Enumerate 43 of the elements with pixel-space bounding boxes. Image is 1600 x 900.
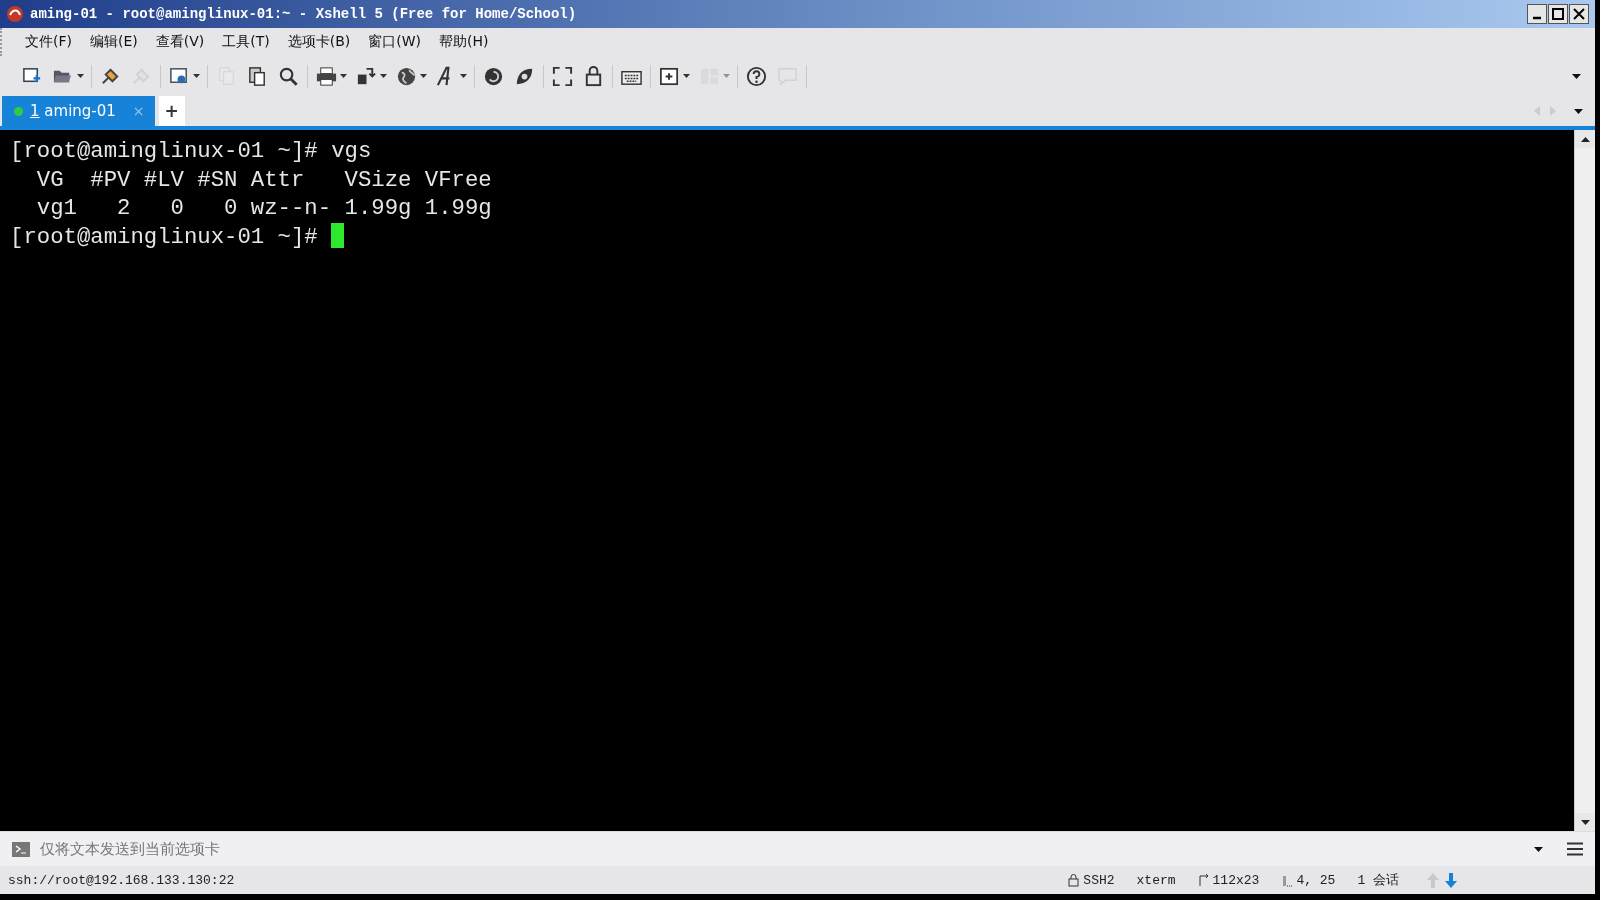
status-text: 4, 25 (1296, 872, 1336, 888)
fullscreen-icon[interactable] (551, 64, 574, 88)
menu-item[interactable]: 选项卡(B) (278, 30, 360, 54)
terminal-line: vg1 2 0 0 wz--n- 1.99g 1.99g (35, 194, 492, 223)
terminal-line: [root@aminglinux-01 ~]# vgs (10, 137, 372, 166)
new-tab-button[interactable]: + (158, 96, 185, 126)
caret-icon[interactable] (460, 74, 467, 78)
tab[interactable]: 1 aming-01 × (2, 96, 155, 126)
send-text-field[interactable]: 仅将文本发送到当前选项卡 (40, 831, 1522, 866)
status-text: 1 会话 (1357, 872, 1399, 889)
caret-icon[interactable] (77, 74, 84, 78)
status-text: xterm (1136, 872, 1176, 888)
resize-icon (1197, 873, 1209, 887)
menu-item[interactable]: 窗口(W) (359, 30, 431, 54)
status-text: SSH2 (1083, 872, 1115, 888)
connection-address: ssh://root@192.168.133.130:22 (8, 872, 236, 888)
menu-item[interactable]: 帮助(H) (430, 30, 498, 54)
menu-item[interactable]: 查看(V) (146, 30, 214, 54)
help-icon[interactable] (745, 64, 768, 88)
status-text: 112x23 (1212, 872, 1260, 888)
caret-icon[interactable] (683, 74, 690, 78)
menu-icon[interactable] (1567, 842, 1583, 856)
caret-icon[interactable] (1572, 73, 1581, 79)
lock-icon (1068, 873, 1080, 887)
app-logo-icon (6, 5, 24, 23)
caret-icon[interactable] (420, 74, 427, 78)
menu-item[interactable]: 文件(F) (16, 30, 81, 54)
terminal-icon (12, 841, 30, 857)
cursor-position-icon (1281, 873, 1293, 887)
menu-item[interactable]: 工具(T) (213, 30, 279, 54)
terminal-line: VG #PV #LV #SN Attr VSize VFree (35, 165, 492, 194)
terminal-line: [root@aminglinux-01 ~]# (10, 222, 319, 251)
caret-icon[interactable] (193, 74, 200, 78)
scrollbar[interactable] (1574, 130, 1595, 831)
scroll-up-icon[interactable] (1580, 136, 1590, 142)
caret-icon[interactable] (1574, 108, 1583, 114)
window-title: aming-01 - root@aminglinux-01:~ - Xshell 5 (Free for Home/School) (30, 6, 578, 22)
scroll-down-icon[interactable] (1580, 819, 1590, 825)
caret-icon[interactable] (340, 74, 347, 78)
printer-icon[interactable] (315, 64, 338, 88)
caret-icon[interactable] (1534, 846, 1543, 852)
menu-item[interactable]: 编辑(E) (81, 30, 147, 54)
caret-icon[interactable] (380, 74, 387, 78)
